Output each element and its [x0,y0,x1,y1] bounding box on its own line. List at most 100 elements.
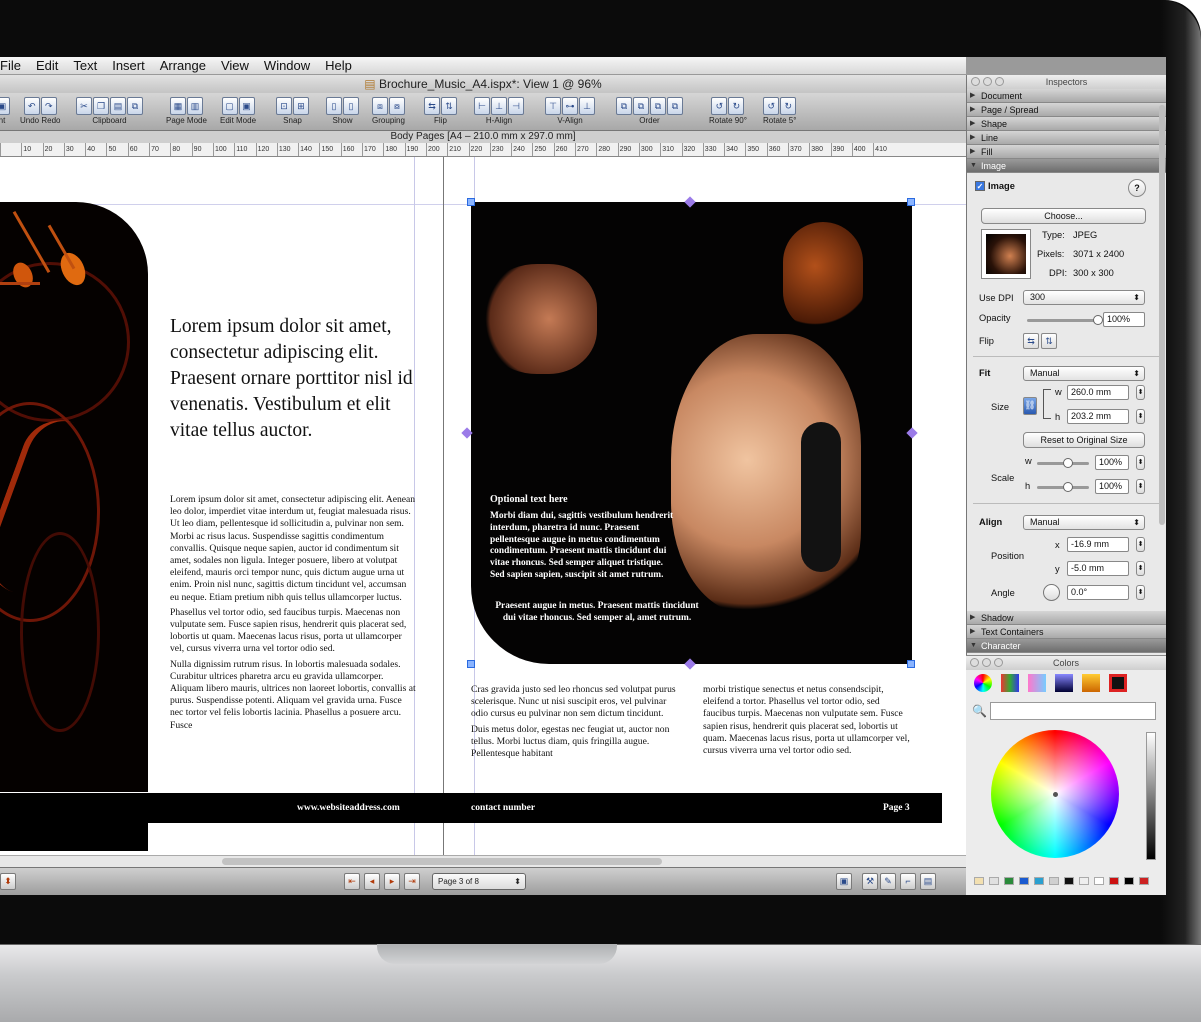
close-icon[interactable] [970,658,979,667]
section-character[interactable]: Character [967,639,1166,653]
pencils-tab-icon[interactable] [1082,674,1100,692]
bring-forward-icon[interactable]: ⧉ [633,97,649,115]
body-text-column[interactable]: Lorem ipsum dolor sit amet, consectetur … [170,494,416,735]
send-back-icon[interactable]: ⧉ [667,97,683,115]
text-column-3[interactable]: morbi tristique senectus et netus consen… [703,684,913,757]
menu-window[interactable]: Window [264,57,310,75]
menu-text[interactable]: Text [73,57,97,75]
color-swatch[interactable] [1124,877,1134,885]
color-swatch[interactable] [1034,877,1044,885]
height-field[interactable]: 203.2 mm [1067,409,1129,424]
horizontal-scrollbar[interactable] [0,855,966,867]
section-page-spread[interactable]: Page / Spread [967,103,1166,117]
color-swatch[interactable] [1049,877,1059,885]
last-page-icon[interactable]: ⇥ [404,873,420,890]
angle-dial-icon[interactable] [1043,584,1060,601]
close-icon[interactable] [971,77,980,86]
section-fill[interactable]: Fill [967,145,1166,159]
section-document[interactable]: Document [967,89,1166,103]
angle-field[interactable]: 0.0° [1067,585,1129,600]
menu-file[interactable]: File [0,57,21,75]
opacity-slider-knob[interactable] [1093,315,1103,325]
duplicate-icon[interactable]: ⧉ [127,97,143,115]
show-frames-icon[interactable]: ▯ [343,97,359,115]
align-right-icon[interactable]: ⊣ [508,97,524,115]
flip-horizontal-icon[interactable]: ⇆ [1023,333,1039,349]
brightness-slider[interactable] [1146,732,1156,860]
height-stepper[interactable]: ⬍ [1136,409,1145,424]
next-page-icon[interactable]: ▸ [384,873,400,890]
image-palettes-tab-icon[interactable] [1055,674,1073,692]
bring-front-icon[interactable]: ⧉ [616,97,632,115]
partial-tool-icon[interactable]: ▣ [0,97,10,115]
snap-icon[interactable]: ⊡ [276,97,292,115]
opacity-slider-track[interactable] [1027,319,1097,322]
page-selector[interactable]: Page 3 of 8 ⬍ [432,873,526,890]
inspector-toggle-icon[interactable]: ▤ [920,873,936,890]
color-swatch[interactable] [989,877,999,885]
use-dpi-select[interactable]: 300 [1023,290,1145,305]
y-stepper[interactable]: ⬍ [1136,561,1145,576]
scale-w-field[interactable]: 100% [1095,455,1129,470]
scale-h-knob[interactable] [1063,482,1073,492]
align-top-icon[interactable]: ⊤ [545,97,561,115]
scale-h-field[interactable]: 100% [1095,479,1129,494]
optional-text-body-centered[interactable]: Praesent augue in metus. Praesent mattis… [490,601,704,625]
color-swatch[interactable] [1139,877,1149,885]
text-column-2[interactable]: Cras gravida justo sed leo rhoncus sed v… [471,684,681,763]
footer-contact[interactable]: contact number [471,803,535,813]
rotate-5-ccw-icon[interactable]: ↺ [763,97,780,115]
color-swatch[interactable] [1109,877,1119,885]
flip-horizontal-icon[interactable]: ⇆ [424,97,440,115]
menu-edit[interactable]: Edit [36,57,58,75]
rotate-5-cw-icon[interactable]: ↻ [780,97,797,115]
prev-page-icon[interactable]: ◂ [364,873,380,890]
tools-icon[interactable]: ⚒ [862,873,878,890]
color-search-input[interactable] [990,702,1156,720]
resize-handle-top-right[interactable] [907,198,915,206]
redo-icon[interactable]: ↷ [40,97,57,115]
opacity-field[interactable]: 100% [1103,312,1145,327]
color-swatch[interactable] [1079,877,1089,885]
align-left-icon[interactable]: ⊢ [474,97,490,115]
music-notes-image[interactable] [0,202,148,792]
headline-text[interactable]: Lorem ipsum dolor sit amet, consectetur … [170,314,416,444]
copy-icon[interactable]: ❐ [93,97,109,115]
page-mode-icon[interactable]: ▦ [169,97,186,115]
first-page-icon[interactable]: ⇤ [344,873,360,890]
wrench-icon[interactable]: ✎ [880,873,896,890]
color-swatch[interactable] [1019,877,1029,885]
color-sliders-tab-icon[interactable] [1001,674,1019,692]
zoom-icon[interactable] [994,658,1003,667]
x-position-field[interactable]: -16.9 mm [1067,537,1129,552]
rotate-ccw-icon[interactable]: ↺ [711,97,728,115]
align-center-icon[interactable]: ⊥ [491,97,507,115]
width-field[interactable]: 260.0 mm [1067,385,1129,400]
frame-icon[interactable]: ⌐ [900,873,916,890]
scale-w-stepper[interactable]: ⬍ [1136,455,1145,470]
paste-icon[interactable]: ▤ [110,97,126,115]
y-position-field[interactable]: -5.0 mm [1067,561,1129,576]
view-mode-icon[interactable]: ▣ [836,873,852,890]
choose-button[interactable]: Choose... [981,208,1146,224]
menu-insert[interactable]: Insert [112,57,145,75]
cut-icon[interactable]: ✂ [76,97,92,115]
resize-handle-bottom-left[interactable] [467,660,475,668]
section-shape[interactable]: Shape [967,117,1166,131]
section-shadow[interactable]: Shadow [967,611,1166,625]
resize-handle-top-left[interactable] [467,198,475,206]
menu-arrange[interactable]: Arrange [160,57,206,75]
align-middle-icon[interactable]: ⊶ [562,97,578,115]
image-checkbox[interactable]: ✓ Image [975,181,1015,191]
snap-grid-icon[interactable]: ⊞ [293,97,309,115]
minimize-icon[interactable] [983,77,992,86]
optional-text-body[interactable]: Morbi diam dui, sagittis vestibulum hend… [490,511,675,582]
optional-text-title[interactable]: Optional text here [490,494,568,505]
section-text-containers[interactable]: Text Containers [967,625,1166,639]
document-canvas[interactable]: Lorem ipsum dolor sit amet, consectetur … [0,157,966,855]
width-stepper[interactable]: ⬍ [1136,385,1145,400]
minimize-icon[interactable] [982,658,991,667]
horizontal-ruler[interactable]: 10 20 30 40 50 60 70 80 90 100 110 120 130 140 150 160 1… [0,143,966,157]
color-palettes-tab-icon[interactable] [1028,674,1046,692]
scale-w-knob[interactable] [1063,458,1073,468]
